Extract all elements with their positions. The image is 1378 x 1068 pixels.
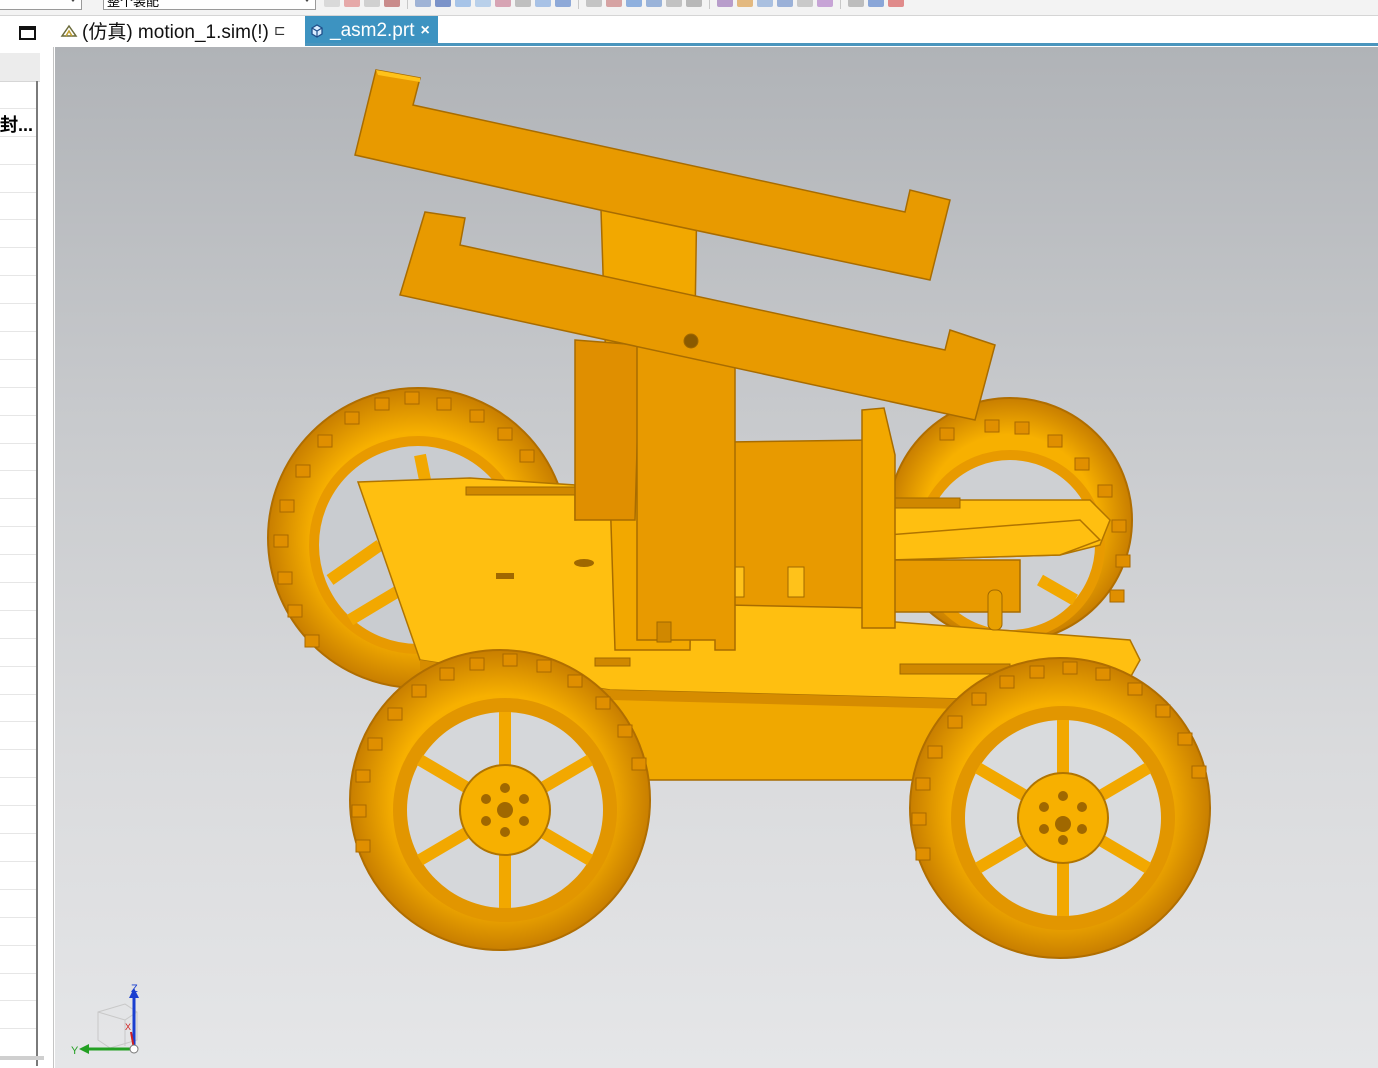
horizontal-scrollbar[interactable] [0,1056,44,1060]
plane-icon[interactable] [535,0,551,7]
axis-icon[interactable] [555,0,571,7]
edit-icon[interactable] [686,0,702,7]
list-item[interactable] [0,750,36,779]
list-item[interactable] [0,611,36,639]
snap-icon[interactable] [384,0,400,7]
list-item[interactable] [0,722,36,751]
shape-icon[interactable] [666,0,682,7]
link-icon[interactable] [737,0,753,7]
top-toolbar: 整个装配 [0,0,1378,16]
x-axis-label: X [125,1022,131,1032]
list-item[interactable] [0,806,36,835]
joint-icon[interactable] [757,0,773,7]
toolbar-divider [840,0,841,9]
list-item[interactable] [0,974,36,1002]
selection-filter-dropdown[interactable] [0,0,82,10]
list-item[interactable] [0,388,36,416]
contact-icon[interactable] [797,0,813,7]
list-item[interactable] [0,890,36,918]
orient-icon[interactable] [324,0,340,7]
list-item[interactable] [0,695,36,723]
coordinate-triad: Z Y X [65,983,155,1064]
list-item[interactable] [0,193,36,221]
line-icon[interactable] [626,0,642,7]
list-item[interactable] [0,248,36,277]
tab-accent-bar [305,43,1378,46]
tab-pin-icon[interactable]: ⊏ [274,22,286,39]
list-item[interactable] [0,276,36,305]
center-box[interactable] [715,407,896,629]
list-item[interactable] [0,527,36,556]
front-left-wheel[interactable] [349,649,651,951]
render-icon[interactable] [364,0,380,7]
list-item[interactable] [0,862,36,890]
driver-icon[interactable] [777,0,793,7]
list-item[interactable] [0,778,36,807]
measure-icon[interactable] [435,0,451,7]
front-right-wheel[interactable] [909,657,1211,959]
list-item[interactable] [0,946,36,974]
graph-icon[interactable] [868,0,884,7]
list-item[interactable] [0,220,36,249]
list-item[interactable] [0,583,36,611]
toolbar-divider [578,0,579,9]
animation-icon[interactable] [848,0,864,7]
list-item[interactable] [0,81,36,109]
navigator-item-label: 封... [0,115,34,135]
arrow-icon[interactable] [606,0,622,7]
curve-icon[interactable] [515,0,531,7]
list-item[interactable] [0,834,36,862]
list-item[interactable] [0,499,36,528]
list-item[interactable] [0,360,36,388]
constraint-icon[interactable] [415,0,431,7]
layer-icon[interactable] [455,0,471,7]
tab-assembly-part[interactable]: _asm2.prt × [305,16,438,45]
view-icon[interactable] [344,0,360,7]
navigator-panel: 封... [0,47,54,1068]
motion-icon[interactable] [717,0,733,7]
list-item[interactable] [0,1001,36,1030]
toolbar-icon-group [324,0,904,9]
close-icon[interactable]: × [420,22,429,40]
section-icon[interactable] [475,0,491,7]
point-icon[interactable] [495,0,511,7]
list-item[interactable] [0,555,36,584]
list-item[interactable] [0,137,36,165]
chevron-down-icon [303,0,311,2]
restore-window-icon[interactable] [19,26,36,40]
circle-icon[interactable] [586,0,602,7]
simulation-icon [60,22,78,40]
list-item[interactable] [0,639,36,667]
cart-model[interactable] [55,47,1378,1068]
tab-motion-simulation[interactable]: (仿真) motion_1.sim(!) ⊏ [57,16,305,45]
navigator-list[interactable] [0,81,38,1066]
list-item[interactable] [0,667,36,695]
tab-label: (仿真) motion_1.sim(!) [82,22,269,43]
navigator-header[interactable] [0,53,40,82]
list-item[interactable] [0,332,36,360]
assembly-scope-value: 整个装配 [107,0,160,9]
list-item[interactable] [0,165,36,193]
chevron-down-icon [69,0,77,2]
stop-icon[interactable] [888,0,904,7]
list-item[interactable] [0,1029,36,1058]
y-axis-label: Y [71,1045,79,1057]
graphics-viewport[interactable]: Z Y X [55,47,1378,1068]
list-item[interactable] [0,471,36,500]
tab-label: _asm2.prt [330,19,415,41]
toolbar-divider [407,0,408,9]
list-item[interactable] [0,304,36,333]
list-item[interactable] [0,416,36,444]
toolbar-divider [709,0,710,9]
list-item[interactable] [0,444,36,472]
list-item[interactable] [0,918,36,946]
angle-icon[interactable] [646,0,662,7]
z-axis-label: Z [131,984,138,995]
assembly-part-icon [308,22,326,40]
document-tab-bar: (仿真) motion_1.sim(!) ⊏ _asm2.prt × [0,16,1378,46]
solver-icon[interactable] [817,0,833,7]
assembly-scope-dropdown[interactable]: 整个装配 [103,0,316,10]
